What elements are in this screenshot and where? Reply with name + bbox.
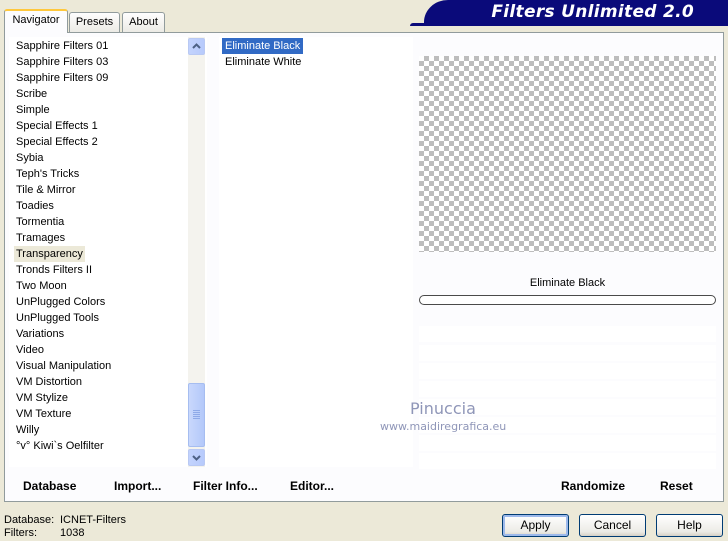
watermark-name: Pinuccia: [410, 399, 476, 418]
filter-preview: [419, 56, 716, 252]
parameter-slider[interactable]: [419, 295, 716, 305]
cancel-button[interactable]: Cancel: [579, 514, 646, 537]
tab-navigator[interactable]: Navigator: [4, 9, 68, 33]
watermark-url: www.maidiregrafica.eu: [380, 420, 507, 433]
category-item[interactable]: Transparency: [14, 246, 85, 262]
category-item[interactable]: VM Stylize: [14, 390, 70, 406]
category-item[interactable]: Sybia: [14, 150, 46, 166]
parameter-row[interactable]: [419, 381, 716, 397]
category-item[interactable]: °v° Kiwi`s Oelfilter: [14, 438, 106, 454]
parameter-row[interactable]: [419, 453, 716, 469]
category-list[interactable]: Sapphire Filters 01 Sapphire Filters 03 Sa…: [9, 37, 207, 467]
status-database: Database: ICNET-Filters: [4, 514, 126, 527]
parameter-row[interactable]: [419, 326, 716, 342]
category-item[interactable]: Simple: [14, 102, 52, 118]
category-item[interactable]: Sapphire Filters 01: [14, 38, 110, 54]
parameter-row[interactable]: [419, 345, 716, 361]
help-button[interactable]: Help: [656, 514, 723, 537]
category-item[interactable]: Tile & Mirror: [14, 182, 77, 198]
filter-item[interactable]: Eliminate White: [222, 54, 304, 70]
parameter-row[interactable]: [419, 363, 716, 379]
reset-button[interactable]: Reset: [660, 478, 693, 494]
filter-info-button[interactable]: Filter Info...: [193, 478, 258, 494]
chevron-down-icon: [192, 455, 201, 461]
status-database-label: Database:: [4, 514, 55, 526]
category-item[interactable]: Two Moon: [14, 278, 69, 294]
editor-button[interactable]: Editor...: [290, 478, 334, 494]
category-item[interactable]: UnPlugged Colors: [14, 294, 107, 310]
status-filters-value: 1038: [60, 527, 85, 539]
database-button[interactable]: Database: [23, 478, 76, 494]
category-item[interactable]: Sapphire Filters 03: [14, 54, 110, 70]
apply-button[interactable]: Apply: [502, 514, 569, 537]
tab-about[interactable]: About: [122, 12, 165, 32]
category-item[interactable]: Tronds Filters II: [14, 262, 94, 278]
category-item[interactable]: Video: [14, 342, 46, 358]
chevron-up-icon: [192, 43, 201, 49]
import-button[interactable]: Import...: [114, 478, 161, 494]
category-item[interactable]: UnPlugged Tools: [14, 310, 101, 326]
scroll-up-button[interactable]: [188, 38, 205, 55]
app-banner-title: Filters Unlimited 2.0: [424, 0, 728, 24]
category-item[interactable]: Sapphire Filters 09: [14, 70, 110, 86]
category-item[interactable]: Tormentia: [14, 214, 66, 230]
scroll-down-button[interactable]: [188, 449, 205, 466]
category-item[interactable]: VM Distortion: [14, 374, 84, 390]
category-item[interactable]: Teph's Tricks: [14, 166, 81, 182]
preview-filter-name: Eliminate Black: [529, 277, 606, 289]
category-item[interactable]: Tramages: [14, 230, 67, 246]
status-filters-label: Filters:: [4, 527, 37, 539]
filter-item[interactable]: Eliminate Black: [222, 38, 304, 54]
category-item[interactable]: Scribe: [14, 86, 49, 102]
category-item[interactable]: Special Effects 2: [14, 134, 100, 150]
tab-presets[interactable]: Presets: [69, 12, 120, 32]
category-item[interactable]: Willy: [14, 422, 41, 438]
scroll-thumb[interactable]: [188, 383, 205, 447]
randomize-button[interactable]: Randomize: [561, 478, 625, 494]
parameter-row[interactable]: [419, 435, 716, 451]
category-item[interactable]: VM Texture: [14, 406, 73, 422]
category-item[interactable]: Toadies: [14, 198, 56, 214]
status-database-value: ICNET-Filters: [60, 514, 126, 526]
category-scrollbar[interactable]: [188, 37, 205, 467]
category-item[interactable]: Variations: [14, 326, 66, 342]
status-filters: Filters: 1038: [4, 527, 84, 540]
filter-list[interactable]: Eliminate Black Eliminate White: [219, 37, 413, 467]
category-item[interactable]: Special Effects 1: [14, 118, 100, 134]
category-item[interactable]: Visual Manipulation: [14, 358, 113, 374]
